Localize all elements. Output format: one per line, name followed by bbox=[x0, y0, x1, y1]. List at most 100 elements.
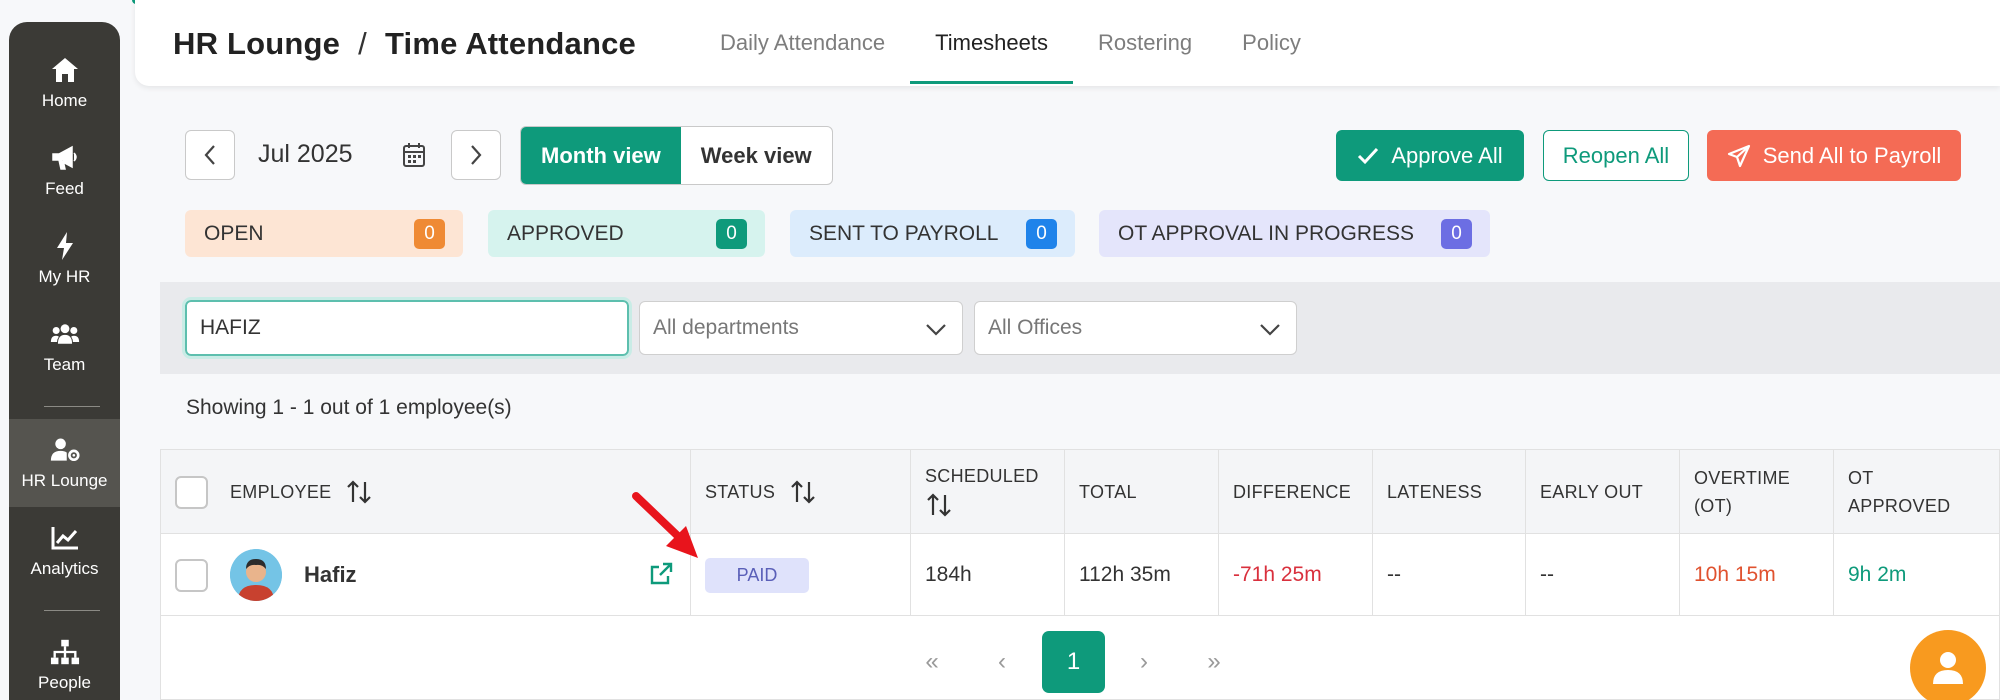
page-header: HR Lounge / Time Attendance Daily Attendan… bbox=[135, 0, 2000, 86]
row-checkbox[interactable] bbox=[175, 558, 208, 592]
col-difference: DIFFERENCE bbox=[1219, 450, 1373, 534]
sidebar: Home Feed My HR Team HR Lounge Analytics bbox=[9, 22, 120, 700]
chart-icon bbox=[50, 523, 80, 553]
chip-label: SENT TO PAYROLL bbox=[809, 221, 999, 245]
week-view-button[interactable]: Week view bbox=[681, 127, 832, 184]
tab-daily-attendance[interactable]: Daily Attendance bbox=[695, 0, 910, 86]
sidebar-item-label: Home bbox=[41, 91, 88, 110]
chip-count: 0 bbox=[1441, 219, 1472, 249]
col-status-label: STATUS bbox=[705, 481, 776, 502]
col-scheduled-label: SCHEDULED bbox=[925, 465, 1039, 486]
page-1-button[interactable]: 1 bbox=[1042, 631, 1105, 693]
org-chart-icon bbox=[50, 637, 80, 667]
send-all-label: Send All to Payroll bbox=[1762, 142, 1942, 168]
month-view-button[interactable]: Month view bbox=[521, 127, 681, 184]
col-total: TOTAL bbox=[1065, 450, 1219, 534]
chevron-left-icon bbox=[204, 145, 215, 165]
table-row[interactable]: Hafiz PAID 184h 112h 35m -71h 25m -- -- … bbox=[161, 534, 1999, 616]
col-ot-approved-label: OT bbox=[1848, 468, 1874, 488]
next-page-button[interactable]: › bbox=[1120, 631, 1168, 693]
sidebar-item-home[interactable]: Home bbox=[9, 40, 120, 126]
paper-plane-icon bbox=[1727, 144, 1750, 167]
sort-icon[interactable] bbox=[345, 478, 373, 506]
col-overtime-label: OVERTIME bbox=[1694, 468, 1791, 488]
chevron-down-icon bbox=[926, 324, 946, 336]
tab-timesheets[interactable]: Timesheets bbox=[910, 0, 1073, 86]
cell-status: PAID bbox=[691, 534, 911, 616]
cell-overtime: 10h 15m bbox=[1680, 534, 1834, 616]
next-month-button[interactable] bbox=[451, 130, 501, 180]
status-chip-ot-approval[interactable]: OT APPROVAL IN PROGRESS 0 bbox=[1099, 210, 1490, 257]
sidebar-item-hr-lounge[interactable]: HR Lounge bbox=[9, 419, 120, 507]
employee-name[interactable]: Hafiz bbox=[304, 562, 357, 588]
cell-ot-approved: 9h 2m bbox=[1848, 563, 1907, 586]
search-input[interactable] bbox=[182, 297, 632, 359]
chevron-right-icon bbox=[471, 145, 482, 165]
sidebar-item-my-hr[interactable]: My HR bbox=[9, 216, 120, 302]
last-page-button[interactable]: » bbox=[1190, 631, 1238, 693]
col-overtime-label-2: (OT) bbox=[1694, 496, 1733, 516]
cell-lateness: -- bbox=[1373, 534, 1526, 616]
sidebar-item-label: My HR bbox=[38, 267, 91, 286]
tab-policy[interactable]: Policy bbox=[1217, 0, 1326, 86]
team-icon bbox=[50, 319, 80, 349]
tab-rostering[interactable]: Rostering bbox=[1073, 0, 1217, 86]
sidebar-item-label: Feed bbox=[45, 179, 84, 198]
sidebar-divider bbox=[44, 610, 100, 611]
user-icon bbox=[1933, 652, 1963, 684]
col-status: STATUS bbox=[691, 450, 911, 534]
check-icon bbox=[1358, 147, 1379, 164]
user-gear-icon bbox=[50, 435, 80, 465]
send-all-to-payroll-button[interactable]: Send All to Payroll bbox=[1707, 130, 1961, 181]
status-chip-open[interactable]: OPEN 0 bbox=[185, 210, 463, 257]
col-early-out: EARLY OUT bbox=[1526, 450, 1680, 534]
sidebar-item-label: Analytics bbox=[30, 559, 99, 578]
department-select[interactable]: All departments bbox=[639, 301, 963, 355]
chip-label: OT APPROVAL IN PROGRESS bbox=[1118, 221, 1415, 245]
col-overtime: OVERTIME (OT) bbox=[1680, 450, 1834, 534]
col-employee-label: EMPLOYEE bbox=[230, 481, 332, 502]
sort-icon[interactable] bbox=[789, 478, 817, 506]
view-toggle: Month view Week view bbox=[520, 126, 833, 185]
col-lateness: LATENESS bbox=[1373, 450, 1526, 534]
breadcrumb-root[interactable]: HR Lounge bbox=[173, 26, 340, 61]
sidebar-item-label: People bbox=[38, 673, 91, 692]
approve-all-button[interactable]: Approve All bbox=[1336, 130, 1524, 181]
chevron-down-icon bbox=[1260, 324, 1280, 336]
chip-label: OPEN bbox=[204, 221, 264, 245]
office-select-value: All Offices bbox=[988, 316, 1083, 339]
results-count: Showing 1 - 1 out of 1 employee(s) bbox=[186, 396, 512, 419]
sidebar-item-analytics[interactable]: Analytics bbox=[9, 508, 120, 594]
sidebar-item-team[interactable]: Team bbox=[9, 304, 120, 390]
chip-count: 0 bbox=[1026, 219, 1057, 249]
sidebar-divider bbox=[44, 406, 100, 407]
sidebar-item-people[interactable]: People bbox=[9, 622, 120, 700]
help-chat-button[interactable] bbox=[1910, 630, 1986, 700]
cell-difference: -71h 25m bbox=[1219, 534, 1373, 616]
reopen-all-button[interactable]: Reopen All bbox=[1543, 130, 1689, 181]
sort-icon[interactable] bbox=[925, 491, 953, 519]
filter-bar: All departments All Offices bbox=[160, 282, 2000, 374]
prev-month-button[interactable] bbox=[185, 130, 235, 180]
home-icon bbox=[50, 55, 80, 85]
chip-count: 0 bbox=[414, 219, 445, 249]
cell-employee: Hafiz bbox=[161, 534, 691, 616]
first-page-button[interactable]: « bbox=[908, 631, 956, 693]
cell-total: 112h 35m bbox=[1065, 534, 1219, 616]
department-select-value: All departments bbox=[653, 316, 799, 339]
approve-all-label: Approve All bbox=[1391, 142, 1503, 168]
calendar-icon[interactable] bbox=[402, 142, 426, 173]
bolt-icon bbox=[50, 231, 80, 261]
page-title: Time Attendance bbox=[384, 26, 636, 61]
select-all-checkbox[interactable] bbox=[175, 475, 208, 509]
office-select[interactable]: All Offices bbox=[974, 301, 1297, 355]
status-chip-sent-to-payroll[interactable]: SENT TO PAYROLL 0 bbox=[790, 210, 1075, 257]
status-badge: PAID bbox=[705, 557, 809, 593]
avatar bbox=[230, 549, 282, 601]
chip-count: 0 bbox=[716, 219, 747, 249]
prev-page-button[interactable]: ‹ bbox=[978, 631, 1026, 693]
status-chip-approved[interactable]: APPROVED 0 bbox=[488, 210, 765, 257]
sidebar-item-feed[interactable]: Feed bbox=[9, 128, 120, 214]
col-ot-approved-label-2: APPROVED bbox=[1848, 496, 1951, 516]
col-employee: EMPLOYEE bbox=[161, 450, 691, 534]
